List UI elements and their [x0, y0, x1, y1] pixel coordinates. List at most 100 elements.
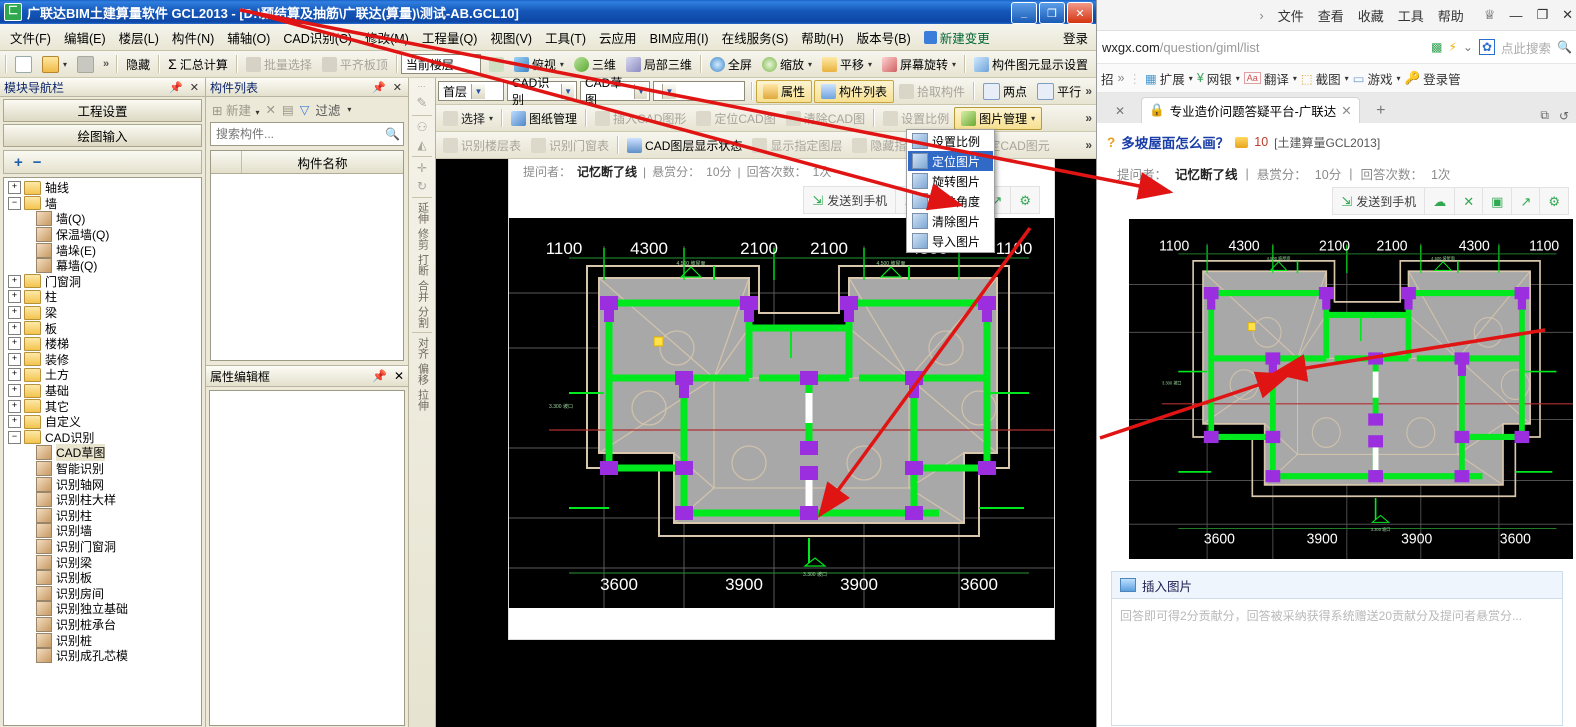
- parallel-button[interactable]: 平行: [1032, 82, 1086, 101]
- menu-item-online-service[interactable]: 在线服务(S): [716, 25, 795, 50]
- search-icon[interactable]: 🔍: [385, 127, 400, 141]
- answer-textarea[interactable]: 回答即可得2分贡献分，回答被采纳获得系统赠送20贡献分及提问者悬赏分...: [1112, 599, 1562, 725]
- tree-node-19[interactable]: 识别轴网: [6, 476, 201, 492]
- new-change-button[interactable]: 新建变更: [918, 25, 996, 50]
- save-document-button[interactable]: [72, 55, 99, 74]
- toolbar-overflow-1[interactable]: »: [99, 58, 113, 70]
- tree-node-5[interactable]: 幕墙(Q): [6, 258, 201, 274]
- element-display-button[interactable]: 构件图元显示设置: [969, 55, 1093, 74]
- tree-node-14[interactable]: + 其它: [6, 398, 201, 414]
- fav-item-translate[interactable]: Aa 翻译 ▾: [1243, 69, 1297, 88]
- tree-node-0[interactable]: + 轴线: [6, 180, 201, 196]
- three-d-button[interactable]: 三维: [569, 55, 621, 74]
- browser-menu-favorites[interactable]: 收藏: [1358, 6, 1384, 25]
- properties-toggle[interactable]: 属性: [756, 79, 813, 103]
- tree-expander[interactable]: +: [8, 399, 21, 413]
- lightning-icon[interactable]: ⚡: [1448, 40, 1456, 54]
- tool-trim[interactable]: 修剪: [410, 226, 434, 252]
- tool-align[interactable]: 对齐: [410, 335, 434, 361]
- search-input[interactable]: [214, 126, 386, 142]
- tree-node-28[interactable]: 识别桩承台: [6, 616, 201, 633]
- send-to-phone-button[interactable]: ⇲ 发送到手机: [1333, 188, 1426, 214]
- tree-node-23[interactable]: 识别门窗洞: [6, 538, 201, 555]
- tool-extend[interactable]: 延伸: [410, 200, 434, 226]
- browser-tab-active[interactable]: 🔒 专业造价问题答疑平台-广联达 ✕: [1141, 97, 1360, 123]
- component-list-toggle[interactable]: 构件列表: [814, 79, 895, 103]
- dropdown-item-2[interactable]: 旋转图片: [908, 171, 993, 191]
- menu-item-edit[interactable]: 编辑(E): [58, 25, 112, 50]
- tree-node-20[interactable]: 识别柱大样: [6, 492, 201, 508]
- tree-node-6[interactable]: + 门窗洞: [6, 274, 201, 290]
- tree-node-1[interactable]: − 墙: [6, 196, 201, 212]
- tool-rotate-icon[interactable]: ↻: [410, 177, 434, 195]
- cad-toolbar-3-overflow[interactable]: »: [1085, 138, 1092, 152]
- recognize-floor-table-button[interactable]: 识别楼层表: [438, 136, 526, 155]
- tool-stretch[interactable]: 拉伸: [410, 387, 434, 413]
- search-engine-icon[interactable]: ✿: [1478, 39, 1496, 55]
- tree-node-18[interactable]: 智能识别: [6, 460, 201, 477]
- fullscreen-button[interactable]: 全屏: [705, 55, 757, 74]
- tree-node-22[interactable]: 识别墙: [6, 523, 201, 539]
- component-search-box[interactable]: 🔍: [210, 122, 404, 146]
- batch-select-button[interactable]: 批量选择: [241, 55, 317, 74]
- tool-merge[interactable]: 合并: [410, 278, 434, 304]
- tree-expander[interactable]: +: [8, 274, 21, 288]
- tree-node-3[interactable]: 保温墙(Q): [6, 227, 201, 243]
- filter-button[interactable]: ▽: [300, 102, 310, 117]
- tree-node-30[interactable]: 识别成孔芯模: [6, 648, 201, 664]
- sheet-select[interactable]: CAD草图 ▼: [580, 76, 650, 107]
- image-manage-button[interactable]: 图片管理 ▾: [954, 106, 1043, 130]
- question-title[interactable]: 多坡屋面怎么画？: [1121, 132, 1229, 152]
- fav-item-screenshot[interactable]: ⬚ 截图 ▾: [1301, 69, 1349, 88]
- tree-node-24[interactable]: 识别梁: [6, 554, 201, 570]
- tree-expander[interactable]: −: [8, 196, 21, 210]
- tree-node-27[interactable]: 识别独立基础: [6, 601, 201, 617]
- browser-close-button[interactable]: ✕: [1562, 7, 1573, 23]
- drawing-manage-button[interactable]: 图纸管理: [506, 109, 582, 128]
- cad-toolbar-1-overflow[interactable]: »: [1085, 84, 1092, 98]
- select-tool-button[interactable]: 选择 ▾: [438, 109, 498, 128]
- tool-offset[interactable]: 偏移: [410, 361, 434, 387]
- tree-node-4[interactable]: 墙垛(E): [6, 242, 201, 258]
- close-icon[interactable]: ✕: [394, 369, 404, 383]
- dropdown-item-5[interactable]: 导入图片: [908, 231, 993, 251]
- floor-nav-icon-group[interactable]: [484, 56, 509, 73]
- project-settings-button[interactable]: 工程设置: [3, 99, 202, 122]
- top-view-button[interactable]: 俯视 ▾: [509, 55, 569, 74]
- login-link[interactable]: 登录: [1063, 28, 1088, 47]
- tree-node-21[interactable]: 识别柱: [6, 507, 201, 523]
- tree-node-12[interactable]: + 土方: [6, 367, 201, 383]
- fav-item-zhao[interactable]: 招: [1101, 69, 1114, 88]
- tab-list-icon[interactable]: ⧉: [1540, 108, 1549, 123]
- tree-expander[interactable]: +: [8, 415, 21, 429]
- draw-input-button[interactable]: 绘图输入: [3, 124, 202, 147]
- browser-minimize-button[interactable]: —: [1509, 8, 1522, 23]
- recognize-door-table-button[interactable]: 识别门窗表: [526, 136, 614, 155]
- browser-plan-image[interactable]: 1100 4300 2100 2100 4300 1100 3600 3900 3900 3600…: [1129, 219, 1573, 559]
- new-document-button[interactable]: [10, 55, 37, 74]
- copy-component-button[interactable]: ▤: [282, 102, 294, 117]
- browser-maximize-button[interactable]: ❐: [1536, 7, 1548, 23]
- open-document-button[interactable]: ▾: [37, 55, 72, 74]
- pick-component-button[interactable]: 拾取构件: [894, 82, 970, 101]
- tree-node-26[interactable]: 识别房间: [6, 585, 201, 601]
- new-tab-button[interactable]: +: [1360, 98, 1402, 123]
- settings-button[interactable]: ⚙: [1540, 188, 1568, 214]
- fav-item-login-manager[interactable]: 🔑 登录管: [1405, 69, 1461, 88]
- tool-split[interactable]: 分割: [410, 304, 434, 330]
- tree-expander[interactable]: +: [8, 384, 21, 398]
- tree-node-17[interactable]: CAD草图: [6, 444, 201, 462]
- tree-expander[interactable]: +: [8, 290, 21, 304]
- send-to-phone-button[interactable]: ⇲ 发送到手机: [804, 187, 897, 213]
- pin-icon[interactable]: 📌: [372, 369, 387, 383]
- tree-expander[interactable]: +: [8, 181, 21, 195]
- expand-all-icon[interactable]: +: [14, 155, 23, 170]
- menu-item-bim[interactable]: BIM应用(I): [644, 25, 715, 50]
- url-text[interactable]: wxgx.com/question/giml/list: [1102, 40, 1425, 55]
- tree-expander[interactable]: +: [8, 306, 21, 320]
- tree-expander[interactable]: +: [8, 337, 21, 351]
- chevron-down-icon[interactable]: ⌄: [1463, 40, 1473, 54]
- tool-mirror-icon[interactable]: ◭: [410, 136, 434, 154]
- insert-cad-button[interactable]: 插入CAD图形: [590, 109, 691, 128]
- menu-item-help[interactable]: 帮助(H): [795, 25, 849, 50]
